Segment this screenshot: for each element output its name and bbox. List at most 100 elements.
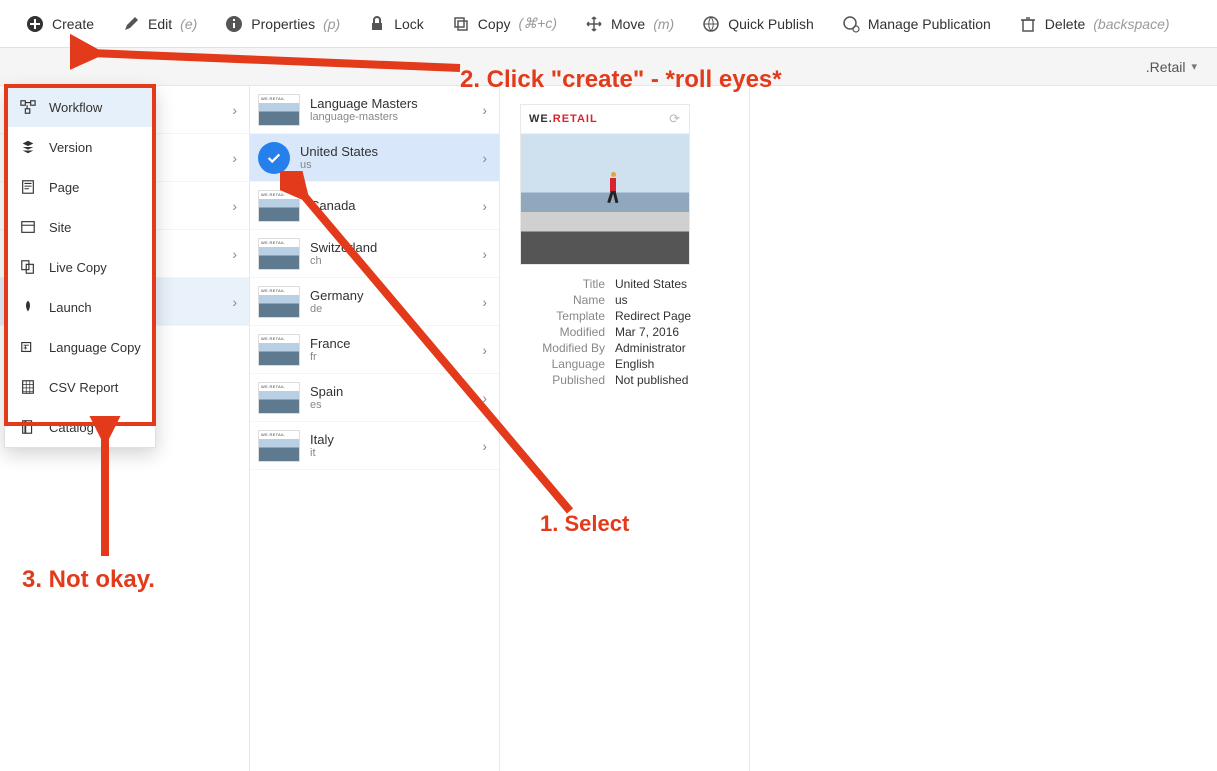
workflow-icon [19, 98, 37, 116]
menu-item-page[interactable]: Page [5, 167, 155, 207]
list-item[interactable]: Canada › [250, 182, 499, 230]
row-title: Language Masters [310, 96, 472, 111]
menu-label: Page [49, 180, 79, 195]
catalog-icon [19, 418, 37, 436]
menu-item-workflow[interactable]: Workflow [5, 87, 155, 127]
list-item[interactable]: Language Masterslanguage-masters › [250, 86, 499, 134]
page-thumbnail [258, 430, 300, 462]
preview-card: WE.RETAIL ⟳ [520, 104, 690, 265]
edit-label: Edit [148, 16, 172, 32]
meta-value: United States [615, 277, 720, 291]
chevron-right-icon: › [482, 438, 487, 454]
row-subtitle: ch [310, 255, 472, 267]
chevron-right-icon: › [482, 150, 487, 166]
row-title: Germany [310, 288, 472, 303]
edit-hint: (e) [180, 16, 197, 32]
page-thumbnail [258, 190, 300, 222]
copy-icon [452, 15, 470, 33]
menu-item-site[interactable]: Site [5, 207, 155, 247]
menu-item-live-copy[interactable]: Live Copy [5, 247, 155, 287]
list-item[interactable]: Italyit › [250, 422, 499, 470]
chevron-right-icon: › [232, 246, 237, 262]
meta-key: Template [520, 309, 605, 323]
row-title: Canada [310, 198, 472, 213]
delete-button[interactable]: Delete (backspace) [1005, 0, 1184, 48]
brand-retail: RETAIL [553, 113, 598, 125]
row-subtitle: it [310, 447, 472, 459]
delete-label: Delete [1045, 16, 1085, 32]
row-title: Spain [310, 384, 472, 399]
brand-we: WE. [529, 113, 553, 125]
meta-value: English [615, 357, 720, 371]
breadcrumb-current[interactable]: .Retail [1146, 59, 1186, 75]
preview-card-image [521, 134, 689, 264]
move-button[interactable]: Move (m) [571, 0, 688, 48]
manage-publication-button[interactable]: Manage Publication [828, 0, 1005, 48]
menu-item-version[interactable]: Version [5, 127, 155, 167]
row-subtitle: es [310, 399, 472, 411]
meta-key: Published [520, 373, 605, 387]
column-preview: WE.RETAIL ⟳ TitleUnited States Nameus Te… [500, 86, 750, 771]
menu-label: Workflow [49, 100, 102, 115]
copy-hint: (⌘+c) [518, 15, 557, 32]
reload-icon: ⟳ [669, 111, 681, 127]
chevron-right-icon: › [482, 246, 487, 262]
quick-publish-button[interactable]: Quick Publish [688, 0, 828, 48]
row-subtitle: us [300, 159, 472, 171]
launch-icon [19, 298, 37, 316]
menu-label: Language Copy [49, 340, 141, 355]
menu-item-launch[interactable]: Launch [5, 287, 155, 327]
page-thumbnail [258, 286, 300, 318]
list-item[interactable]: Switzerlandch › [250, 230, 499, 278]
meta-value: Redirect Page [615, 309, 720, 323]
create-button[interactable]: Create [12, 0, 108, 48]
meta-value: Not published [615, 373, 720, 387]
chevron-right-icon: › [482, 102, 487, 118]
chevron-right-icon: › [232, 198, 237, 214]
properties-label: Properties [251, 16, 315, 32]
list-item[interactable]: Germanyde › [250, 278, 499, 326]
copy-button[interactable]: Copy (⌘+c) [438, 0, 571, 48]
properties-button[interactable]: Properties (p) [211, 0, 354, 48]
page-thumbnail [258, 94, 300, 126]
check-icon [258, 142, 290, 174]
row-title: Switzerland [310, 240, 472, 255]
meta-value: us [615, 293, 720, 307]
page-thumbnail [258, 382, 300, 414]
chevron-right-icon: › [232, 150, 237, 166]
menu-item-catalog[interactable]: Catalog [5, 407, 155, 447]
row-subtitle: language-masters [310, 111, 472, 123]
chevron-down-icon[interactable]: ▾ [1191, 60, 1197, 73]
list-item-selected[interactable]: United Statesus › [250, 134, 499, 182]
row-subtitle: de [310, 303, 472, 315]
lock-button[interactable]: Lock [354, 0, 438, 48]
site-icon [19, 218, 37, 236]
row-subtitle: fr [310, 351, 472, 363]
chevron-right-icon: › [482, 342, 487, 358]
workspace: Workflow Version Page Site Live Copy Lau… [0, 86, 1217, 771]
list-item[interactable]: Spaines › [250, 374, 499, 422]
create-dropdown: Workflow Version Page Site Live Copy Lau… [4, 86, 156, 448]
chevron-right-icon: › [482, 294, 487, 310]
trash-icon [1019, 15, 1037, 33]
page-icon [19, 178, 37, 196]
menu-item-language-copy[interactable]: Language Copy [5, 327, 155, 367]
chevron-right-icon: › [482, 198, 487, 214]
row-title: United States [300, 144, 472, 159]
edit-button[interactable]: Edit (e) [108, 0, 211, 48]
list-item[interactable]: Francefr › [250, 326, 499, 374]
preview-metadata: TitleUnited States Nameus TemplateRedire… [520, 277, 720, 387]
column-level-2: Language Masterslanguage-masters › Unite… [250, 86, 500, 771]
menu-label: Version [49, 140, 92, 155]
action-toolbar: Create Edit (e) Properties (p) Lock Copy… [0, 0, 1217, 48]
meta-key: Language [520, 357, 605, 371]
globe-gear-icon [842, 15, 860, 33]
version-icon [19, 138, 37, 156]
meta-value: Administrator [615, 341, 720, 355]
menu-item-csv-report[interactable]: CSV Report [5, 367, 155, 407]
quick-publish-label: Quick Publish [728, 16, 814, 32]
menu-label: Live Copy [49, 260, 107, 275]
breadcrumb: .Retail ▾ [0, 48, 1217, 86]
row-title: Italy [310, 432, 472, 447]
language-copy-icon [19, 338, 37, 356]
